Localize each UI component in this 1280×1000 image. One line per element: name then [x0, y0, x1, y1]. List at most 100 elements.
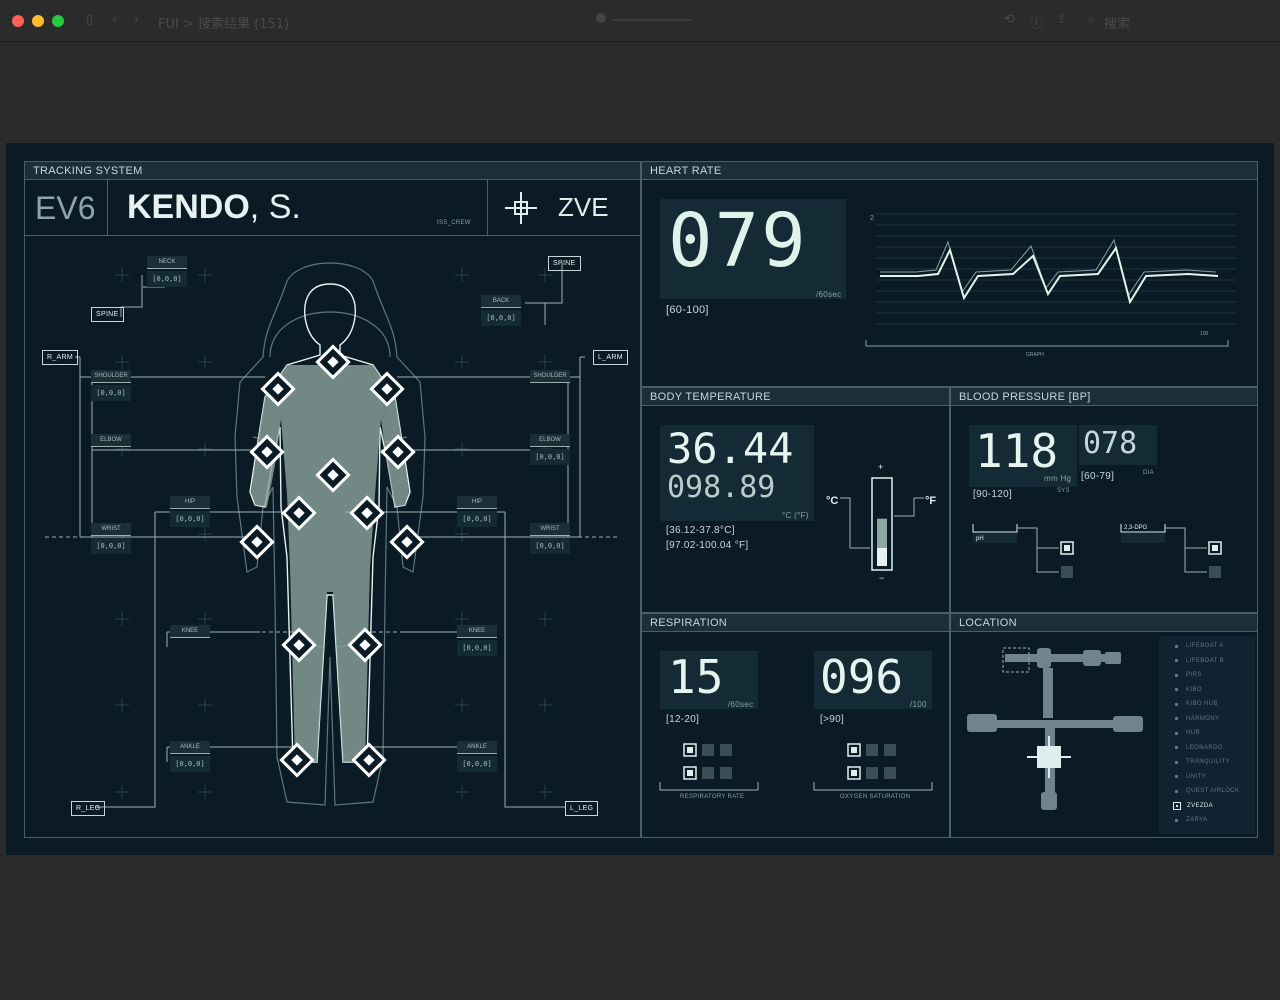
joint-label: WRIST	[530, 523, 570, 536]
app-window: ▯ ‹ › FUI > 搜索结果 (151) ⟲ ⓘ ⇪ ⌕ 搜索 TRACKI…	[0, 0, 1280, 1000]
temp-f-label: °F	[925, 495, 936, 507]
joint-box-right-elbow[interactable]: ELBOW [0,0,0]	[530, 434, 570, 465]
bullet-icon	[1175, 775, 1178, 778]
module-list-item[interactable]: QUEST AIRLOCK	[1173, 785, 1239, 797]
sidebar-toggle-icon[interactable]: ▯	[86, 12, 93, 27]
tag-spine-left[interactable]: SPINE	[91, 307, 124, 322]
heart-unit: /60sec	[816, 290, 842, 299]
joint-label: KNEE	[170, 625, 210, 638]
bp-dia-range: [60-79]	[1081, 471, 1115, 482]
joint-label: WRIST	[91, 523, 131, 536]
tag-spine-right[interactable]: SPINE	[548, 256, 581, 271]
joint-box-right-knee[interactable]: KNEE [0,0,0]	[457, 625, 497, 656]
heart-header: HEART RATE	[642, 162, 1257, 180]
search-label[interactable]: 搜索	[1104, 13, 1130, 32]
minimize-button[interactable]	[32, 15, 44, 27]
joint-value: [0,0,0]	[530, 538, 570, 554]
bp-unit: mm Hg	[1044, 474, 1072, 483]
bullet-icon	[1175, 659, 1178, 662]
joint-label: ANKLE	[170, 741, 210, 754]
crosshair-icon	[505, 192, 537, 224]
module-list-item[interactable]: HUB	[1173, 727, 1200, 739]
heart-axis-tick: 2	[870, 215, 874, 222]
joint-box-left-ankle[interactable]: ANKLE [0,0,0]	[170, 741, 210, 772]
joint-box-right-ankle[interactable]: ANKLE [0,0,0]	[457, 741, 497, 772]
tag-l-leg[interactable]: L_LEG	[565, 801, 599, 816]
module-list-item[interactable]: LIFEBOAT B	[1173, 655, 1224, 667]
bullet-icon	[1175, 702, 1178, 706]
joint-box-right-shoulder[interactable]: SHOULDER	[530, 370, 570, 383]
module-list-item[interactable]: ZARYA	[1173, 814, 1207, 826]
station-map	[967, 647, 1143, 810]
joint-box-left-wrist[interactable]: WRIST [0,0,0]	[91, 523, 131, 554]
share-icon[interactable]: ⇪	[1056, 12, 1067, 27]
bp-header: BLOOD PRESSURE [BP]	[951, 388, 1257, 406]
joint-label: NECK	[147, 256, 187, 269]
rotate-icon[interactable]: ⟲	[1004, 12, 1015, 27]
progress-dot-icon	[596, 13, 606, 23]
temp-header: BODY TEMPERATURE	[642, 388, 949, 406]
search-icon[interactable]: ⌕	[1088, 12, 1095, 27]
bp-ph-label: pH	[976, 536, 984, 542]
joint-box-right-hip[interactable]: HIP [0,0,0]	[457, 496, 497, 527]
module-list-item[interactable]: LEONARDO	[1173, 742, 1223, 754]
tag-r-arm[interactable]: R_ARM	[42, 350, 79, 365]
maximize-button[interactable]	[52, 15, 64, 27]
module-list-item[interactable]: HARMONY	[1173, 713, 1219, 725]
resp-rate-range: [12-20]	[666, 714, 700, 725]
module-name: HUB	[1186, 730, 1200, 736]
resp-sat-value: 096	[820, 650, 904, 704]
joint-box-right-back[interactable]: BACK [0,0,0]	[481, 295, 521, 326]
blood-pressure-panel: BLOOD PRESSURE [BP] 118 078 mm Hg SYS DI…	[950, 387, 1258, 613]
joint-box-left-elbow[interactable]: ELBOW	[91, 434, 131, 447]
bullet-icon	[1175, 673, 1178, 677]
heart-value: 079	[668, 198, 808, 284]
resp-rate-value: 15	[668, 650, 724, 704]
joint-box-left-knee[interactable]: KNEE	[170, 625, 210, 638]
close-button[interactable]	[12, 15, 24, 27]
module-list-item[interactable]: KIBO	[1173, 684, 1202, 696]
resp-header: RESPIRATION	[642, 614, 949, 632]
temp-range-c: [36.12-37.8°C]	[666, 525, 735, 536]
current-location-marker[interactable]	[1027, 736, 1071, 778]
joint-label: HIP	[457, 496, 497, 509]
bp-dia-label: DIA	[1143, 470, 1154, 476]
heart-trace	[880, 245, 1219, 305]
module-list-item[interactable]: KIBO HUB	[1173, 698, 1218, 710]
joint-label: ANKLE	[457, 741, 497, 754]
dpg-indicator-idle[interactable]	[1209, 566, 1221, 578]
window-title: FUI > 搜索结果 (151)	[158, 17, 290, 32]
body-temp-panel: BODY TEMPERATURE 36.44 098.89 °C (°F) [3…	[641, 387, 950, 613]
joint-box-right-wrist[interactable]: WRIST [0,0,0]	[530, 523, 570, 554]
module-list-item[interactable]: PIRS	[1173, 669, 1202, 681]
module-name: PIRS	[1186, 672, 1202, 678]
joint-label: BACK	[481, 295, 521, 308]
temp-unit: °C (°F)	[782, 511, 809, 520]
chevron-back-icon[interactable]: ‹	[112, 12, 117, 27]
heart-axis-max: 100	[1200, 331, 1209, 337]
joint-label: KNEE	[457, 625, 497, 638]
info-icon[interactable]: ⓘ	[1030, 12, 1043, 31]
tag-l-arm[interactable]: L_ARM	[593, 350, 628, 365]
module-list-item[interactable]: UNITY	[1173, 771, 1206, 783]
bp-dia-value: 078	[1083, 426, 1138, 461]
crew-last-name: KENDO	[127, 188, 250, 226]
resp-rate-unit: /60sec	[728, 700, 754, 709]
bullet-icon	[1175, 789, 1178, 793]
chevron-forward-icon[interactable]: ›	[134, 12, 139, 27]
joint-box-left-shoulder[interactable]: SHOULDER [0,0,0]	[91, 370, 131, 401]
module-divider	[487, 180, 488, 236]
module-list-item[interactable]: LIFEBOAT A	[1173, 640, 1224, 652]
marker-r-wrist[interactable]	[239, 524, 275, 560]
joint-label: ELBOW	[530, 434, 570, 447]
resp-indicators	[659, 743, 933, 791]
location-panel: LOCATION LIFEBOAT A LIFEBOAT B PIRS KIBO…	[950, 613, 1258, 838]
joint-value: [0,0,0]	[147, 271, 187, 287]
tag-r-leg[interactable]: R_LEG	[71, 801, 106, 816]
module-list-item[interactable]: TRANQUILITY	[1173, 756, 1230, 768]
bullet-icon	[1175, 717, 1178, 720]
module-list-item[interactable]: ZVEZDA	[1173, 800, 1213, 812]
joint-box-left-neck[interactable]: NECK [0,0,0]	[147, 256, 187, 287]
joint-box-left-hip[interactable]: HIP [0,0,0]	[170, 496, 210, 527]
ph-indicator-idle[interactable]	[1061, 566, 1073, 578]
